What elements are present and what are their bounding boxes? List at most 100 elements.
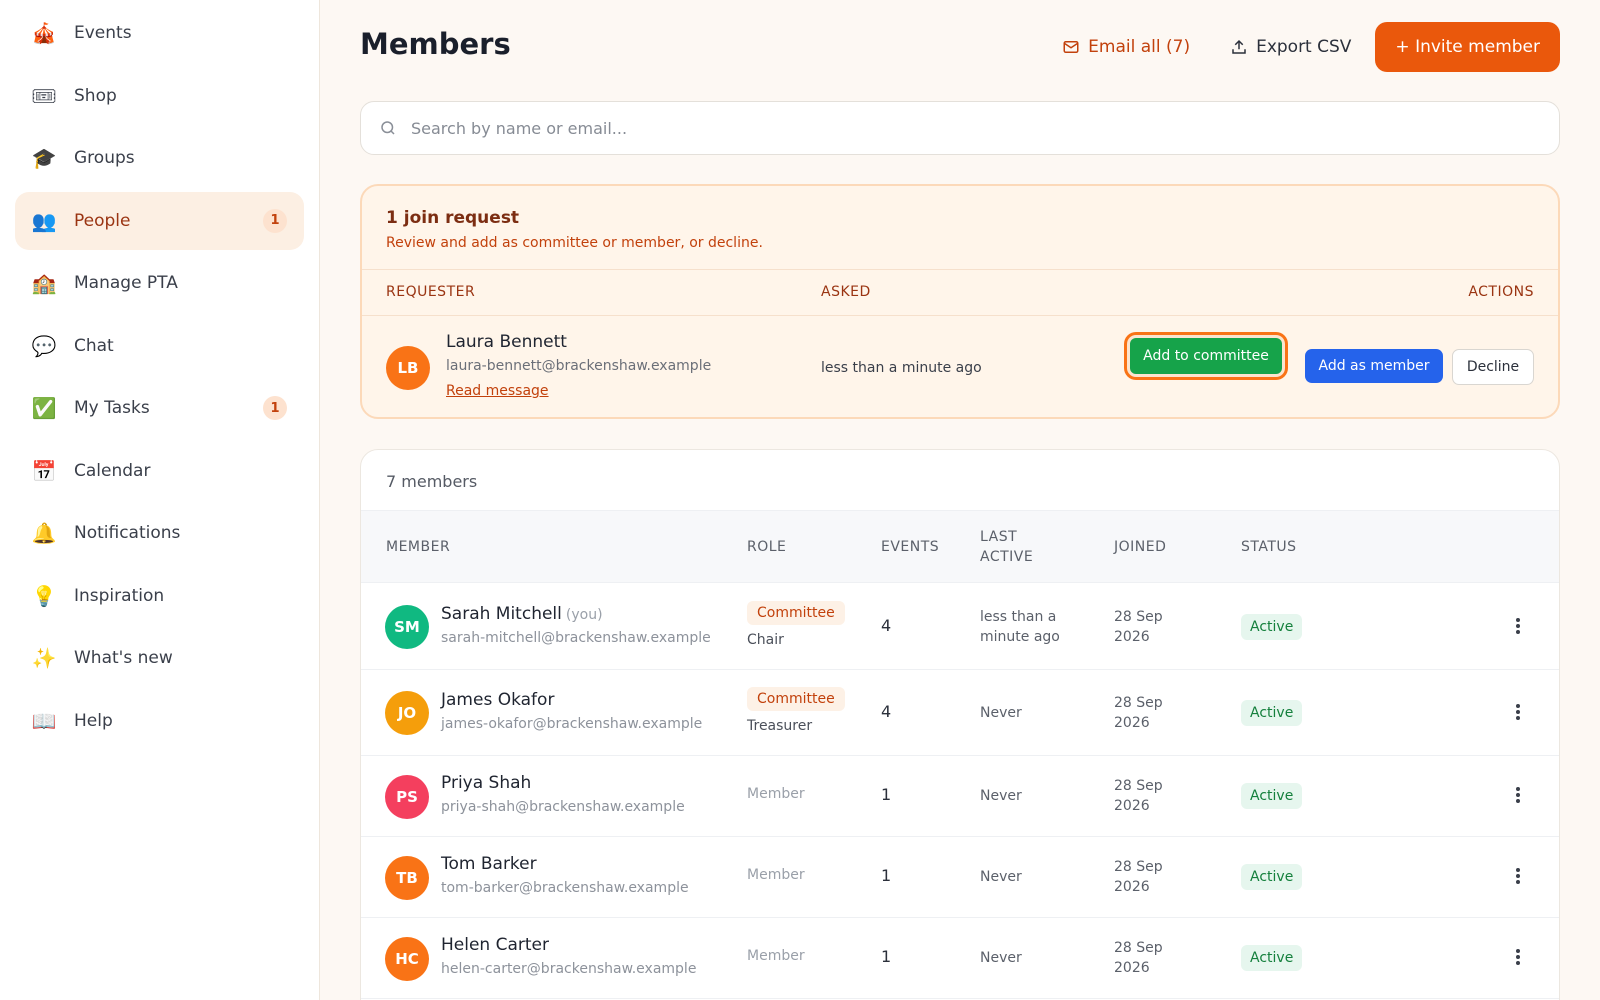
sidebar-item-help[interactable]: 📖 Help: [15, 692, 304, 750]
column-header-last-active-line1: LAST: [980, 529, 1018, 545]
table-row[interactable]: TB Tom Barker tom-barker@brackenshaw.exa…: [361, 837, 1559, 918]
sidebar-item-chat[interactable]: 💬 Chat: [15, 317, 304, 375]
decline-button[interactable]: Decline: [1452, 349, 1534, 385]
sidebar-item-label: Events: [74, 23, 132, 43]
read-message-link[interactable]: Read message: [446, 383, 549, 399]
role-title: Treasurer: [747, 718, 813, 734]
add-to-committee-button[interactable]: Add to committee: [1130, 338, 1282, 374]
count-badge: 1: [263, 396, 287, 420]
role-badge: Committee: [747, 687, 845, 711]
column-header-status: STATUS: [1241, 539, 1297, 555]
more-options-icon[interactable]: [1508, 947, 1528, 967]
more-options-icon[interactable]: [1508, 866, 1528, 886]
role-label: Member: [747, 867, 805, 883]
events-count: 4: [881, 616, 892, 635]
sidebar-item-events[interactable]: 🎪 Events: [15, 4, 304, 62]
mail-icon: [1063, 41, 1079, 53]
sidebar: 🎪 Events 🎟 Shop 🎓 Groups 👥 People 1 🏫 Ma…: [0, 0, 320, 1000]
sparkles-icon: ✨: [31, 646, 57, 670]
count-badge: 1: [263, 208, 287, 233]
school-icon: 🏫: [31, 271, 57, 295]
member-name: Helen Carter: [441, 935, 549, 955]
last-active: Never: [980, 950, 1022, 966]
you-label: (you): [565, 607, 603, 623]
more-options-icon[interactable]: [1508, 785, 1528, 805]
avatar: TB: [385, 856, 429, 900]
sidebar-item-groups[interactable]: 🎓 Groups: [15, 129, 304, 187]
search-bar: [360, 101, 1560, 155]
sidebar-item-whats-new[interactable]: ✨ What's new: [15, 629, 304, 687]
requester-name: Laura Bennett: [446, 332, 567, 352]
sidebar-item-inspiration[interactable]: 💡 Inspiration: [15, 567, 304, 625]
speech-bubble-icon: 💬: [31, 333, 57, 358]
requester-email: laura-bennett@brackenshaw.example: [446, 358, 712, 374]
column-header-joined: JOINED: [1114, 539, 1167, 555]
sidebar-item-label: What's new: [74, 648, 173, 668]
members-table: 7 members MEMBER ROLE EVENTS LAST ACTIVE…: [360, 449, 1560, 1000]
divider: [362, 269, 1558, 270]
column-header-actions: ACTIONS: [1468, 284, 1534, 300]
joined-date: 28 Sep 2026: [1114, 859, 1163, 895]
sidebar-item-people[interactable]: 👥 People 1: [15, 191, 304, 250]
sidebar-item-notifications[interactable]: 🔔 Notifications: [15, 504, 304, 562]
table-row[interactable]: PS Priya Shah priya-shah@brackenshaw.exa…: [361, 756, 1559, 837]
sidebar-item-manage-pta[interactable]: 🏫 Manage PTA: [15, 254, 304, 312]
sidebar-item-label: Help: [74, 710, 113, 731]
column-header-last-active-line2: ACTIVE: [980, 549, 1034, 565]
joined-date: 28 Sep 2026: [1114, 609, 1163, 645]
sidebar-item-shop[interactable]: 🎟 Shop: [15, 67, 304, 125]
upload-icon: [1232, 39, 1246, 54]
column-header-requester: REQUESTER: [386, 284, 476, 300]
sidebar-item-my-tasks[interactable]: ✅ My Tasks 1: [15, 379, 304, 437]
role-title: Chair: [747, 632, 784, 648]
status-badge: Active: [1241, 783, 1303, 809]
export-csv-button[interactable]: Export CSV: [1210, 22, 1371, 72]
status-badge: Active: [1241, 945, 1303, 971]
table-row[interactable]: JO James Okafor james-okafor@brackenshaw…: [361, 670, 1559, 756]
member-email: sarah-mitchell@brackenshaw.example: [441, 630, 711, 646]
role-label: Member: [747, 786, 805, 802]
member-name-text: Sarah Mitchell: [441, 604, 562, 624]
status-badge: Active: [1241, 614, 1303, 640]
sidebar-item-label: Shop: [74, 85, 117, 106]
sidebar-item-label: Notifications: [74, 523, 181, 543]
table-row[interactable]: HC Helen Carter helen-carter@brackenshaw…: [361, 918, 1559, 999]
avatar: PS: [385, 775, 429, 819]
member-name: Priya Shah: [441, 773, 532, 793]
join-request-subtitle: Review and add as committee or member, o…: [386, 235, 763, 251]
sidebar-item-calendar[interactable]: 📅 Calendar: [15, 442, 304, 500]
avatar: JO: [385, 691, 429, 735]
search-icon: [381, 121, 395, 135]
join-request-panel: 1 join request Review and add as committ…: [360, 184, 1560, 419]
joined-date: 28 Sep 2026: [1114, 940, 1163, 976]
export-csv-label: Export CSV: [1256, 37, 1352, 57]
column-header-role: ROLE: [747, 539, 787, 555]
table-row[interactable]: SM Sarah Mitchell (you) sarah-mitchell@br…: [361, 584, 1559, 670]
invite-member-button[interactable]: + Invite member: [1375, 22, 1560, 72]
column-header-events: EVENTS: [881, 539, 940, 555]
bell-icon: 🔔: [31, 521, 57, 545]
email-all-button[interactable]: Email all (7): [1042, 22, 1210, 72]
joined-date: 28 Sep 2026: [1114, 695, 1163, 731]
book-icon: 📖: [31, 708, 57, 733]
status-badge: Active: [1241, 864, 1303, 890]
last-active: Never: [980, 869, 1022, 885]
last-active: Never: [980, 705, 1022, 721]
last-active: Never: [980, 788, 1022, 804]
member-name: Sarah Mitchell (you): [441, 604, 603, 624]
calendar-icon: 📅: [31, 458, 57, 483]
more-options-icon[interactable]: [1508, 616, 1528, 636]
column-header-asked: ASKED: [821, 284, 871, 300]
ticket-icon: 🎟: [31, 83, 57, 108]
add-as-member-button[interactable]: Add as member: [1305, 349, 1443, 383]
divider: [362, 315, 1558, 316]
table-header: MEMBER ROLE EVENTS LAST ACTIVE JOINED ST…: [361, 510, 1559, 583]
avatar: SM: [385, 605, 429, 649]
more-options-icon[interactable]: [1508, 702, 1528, 722]
header-actions: Email all (7) Export CSV + Invite member: [1042, 22, 1560, 72]
members-count: 7 members: [386, 472, 478, 491]
member-name: James Okafor: [441, 690, 555, 710]
graduation-cap-icon: 🎓: [31, 146, 57, 170]
search-input[interactable]: [411, 118, 1511, 138]
main-content: Members Email all (7) Export CSV + Invit…: [360, 0, 1560, 1000]
